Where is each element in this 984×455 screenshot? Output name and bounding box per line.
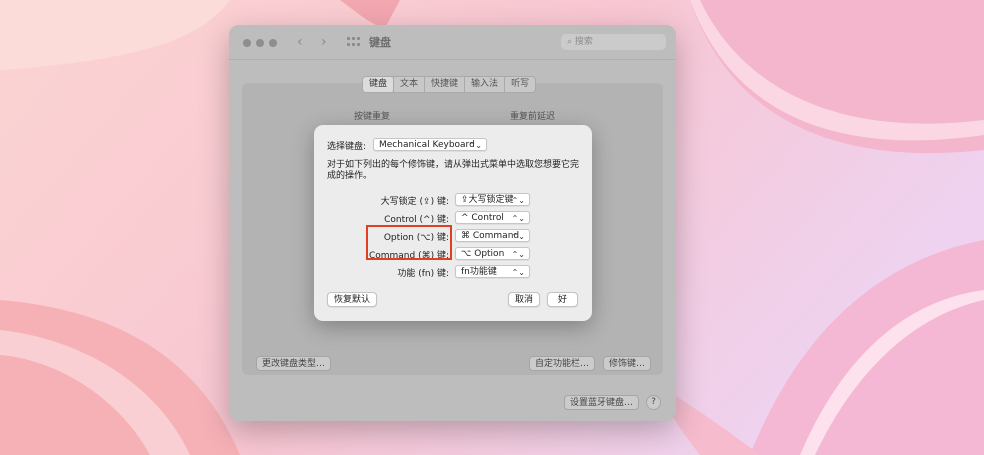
up-down-chevron-icon: ⌃⌄ — [468, 141, 482, 150]
forward-icon[interactable]: › — [321, 34, 327, 50]
setup-bluetooth-keyboard-button[interactable]: 设置蓝牙键盘… — [564, 395, 640, 410]
up-down-chevron-icon: ⌃⌄ — [511, 268, 525, 277]
tab-text[interactable]: 文本 — [393, 77, 424, 92]
select-keyboard-label: 选择键盘: — [327, 142, 367, 152]
caps-lock-key-label: 大写锁定 (⇪) 键: — [380, 197, 449, 207]
fn-key-value: fn功能键 — [461, 267, 497, 277]
caps-lock-key-value: ⇪大写锁定键 — [461, 195, 514, 205]
fn-key-label: 功能 (fn) 键: — [397, 269, 449, 279]
search-icon: ⌕ — [567, 37, 573, 47]
search-placeholder: 搜索 — [574, 37, 593, 47]
restore-defaults-button[interactable]: 恢复默认 — [327, 292, 378, 307]
search-field[interactable]: ⌕ 搜索 — [561, 34, 666, 50]
option-key-value: ⌘ Command — [461, 231, 520, 241]
cancel-button[interactable]: 取消 — [508, 292, 541, 307]
control-key-value: ^ Control — [461, 213, 504, 223]
keyboard-select-value: Mechanical Keyboard — [379, 140, 475, 150]
change-keyboard-type-button[interactable]: 更改键盘类型… — [256, 356, 332, 371]
minimize-button[interactable] — [256, 39, 264, 47]
show-all-grid-icon[interactable] — [347, 37, 361, 47]
up-down-chevron-icon: ⌃⌄ — [511, 196, 525, 205]
close-button[interactable] — [243, 39, 251, 47]
tab-shortcuts[interactable]: 快捷键 — [424, 77, 464, 92]
control-key-popup[interactable]: ^ Control ⌃⌄ — [455, 211, 530, 224]
tab-keyboard[interactable]: 键盘 — [363, 77, 394, 92]
back-icon[interactable]: ‹ — [297, 34, 303, 50]
annotation-highlight-box — [366, 225, 452, 260]
tab-bar: 键盘 文本 快捷键 输入法 听写 — [362, 76, 537, 93]
keyboard-select-popup[interactable]: Mechanical Keyboard ⌃⌄ — [373, 138, 487, 151]
option-key-popup[interactable]: ⌘ Command ⌃⌄ — [455, 229, 530, 242]
modifier-keys-button[interactable]: 修饰键… — [603, 356, 652, 371]
fn-key-popup[interactable]: fn功能键 ⌃⌄ — [455, 265, 530, 278]
command-key-value: ⌥ Option — [461, 249, 505, 259]
tab-input-sources[interactable]: 输入法 — [464, 77, 504, 92]
key-repeat-label: 按键重复 — [354, 112, 391, 122]
up-down-chevron-icon: ⌃⌄ — [511, 214, 525, 223]
help-button[interactable]: ? — [646, 395, 661, 410]
up-down-chevron-icon: ⌃⌄ — [511, 232, 525, 241]
command-key-popup[interactable]: ⌥ Option ⌃⌄ — [455, 247, 530, 260]
control-key-label: Control (^) 键: — [384, 215, 449, 225]
titlebar: ‹ › 键盘 ⌕ 搜索 — [229, 25, 676, 59]
caps-lock-key-popup[interactable]: ⇪大写锁定键 ⌃⌄ — [455, 193, 530, 206]
ok-button[interactable]: 好 — [547, 292, 578, 307]
instructions-text: 对于如下列出的每个修饰键，请从弹出式菜单中选取您想要它完成的操作。 — [327, 160, 580, 181]
up-down-chevron-icon: ⌃⌄ — [511, 250, 525, 259]
modifier-keys-sheet: 选择键盘: Mechanical Keyboard ⌃⌄ 对于如下列出的每个修饰… — [314, 125, 592, 321]
zoom-button[interactable] — [269, 39, 277, 47]
delay-until-repeat-label: 重复前延迟 — [510, 112, 556, 122]
tab-dictation[interactable]: 听写 — [504, 77, 535, 92]
window-title: 键盘 — [369, 36, 391, 49]
customize-control-strip-button[interactable]: 自定功能栏… — [529, 356, 596, 371]
titlebar-divider — [229, 59, 676, 60]
